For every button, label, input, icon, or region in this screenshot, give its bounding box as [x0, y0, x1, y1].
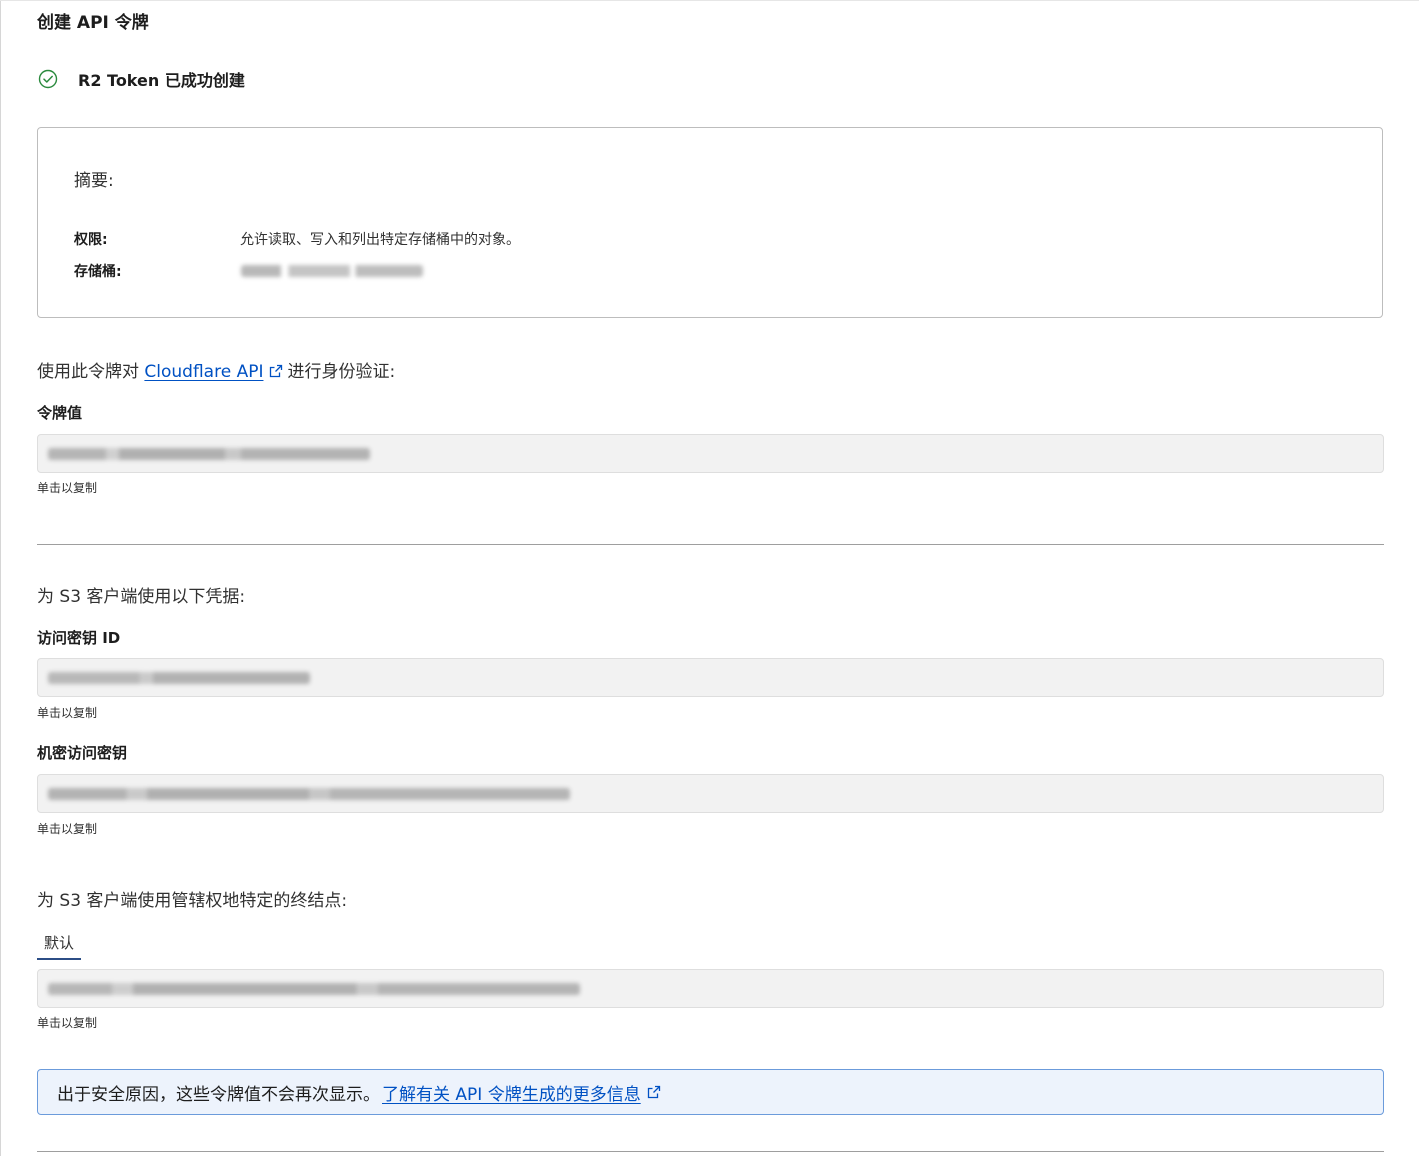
success-message: R2 Token 已成功创建 — [78, 71, 245, 90]
access-key-id-field[interactable] — [37, 658, 1384, 697]
access-key-copy-hint: 单击以复制 — [37, 706, 98, 720]
security-notice: 出于安全原因，这些令牌值不会再次显示。 了解有关 API 令牌生成的更多信息 — [37, 1069, 1384, 1115]
token-copy-hint: 单击以复制 — [37, 481, 98, 495]
learn-more-link[interactable]: 了解有关 API 令牌生成的更多信息 — [382, 1080, 641, 1105]
page-title: 创建 API 令牌 — [37, 13, 149, 33]
frame-left-border — [0, 0, 1, 1156]
api-auth-suffix: 进行身份验证: — [287, 362, 396, 382]
summary-box: 摘要: 权限: 允许读取、写入和列出特定存储桶中的对象。 存储桶: — [37, 127, 1383, 318]
endpoint-redacted — [48, 983, 580, 995]
frame-top-border — [0, 0, 1419, 1]
permissions-label: 权限: — [74, 232, 108, 248]
summary-heading: 摘要: — [74, 171, 114, 191]
endpoint-heading: 为 S3 客户端使用管辖权地特定的终结点: — [37, 891, 348, 911]
api-auth-prefix: 使用此令牌对 — [37, 362, 139, 382]
bucket-value-redacted — [241, 265, 423, 277]
section-divider — [37, 544, 1384, 545]
external-link-icon[interactable] — [647, 1085, 661, 1099]
notice-text: 出于安全原因，这些令牌值不会再次显示。 — [57, 1084, 380, 1105]
access-key-id-label: 访问密钥 ID — [37, 629, 121, 647]
success-banner: R2 Token 已成功创建 — [38, 67, 245, 91]
bucket-label: 存储桶: — [74, 264, 122, 280]
secret-key-copy-hint: 单击以复制 — [37, 822, 98, 836]
secret-access-key-label: 机密访问密钥 — [37, 744, 128, 762]
endpoint-field[interactable] — [37, 969, 1384, 1008]
token-value-redacted — [48, 448, 370, 460]
cloudflare-api-link[interactable]: Cloudflare API — [144, 362, 263, 382]
s3-credentials-heading: 为 S3 客户端使用以下凭据: — [37, 587, 246, 607]
access-key-id-redacted — [48, 672, 310, 684]
tab-default[interactable]: 默认 — [37, 932, 81, 960]
token-value-field[interactable] — [37, 434, 1384, 473]
permissions-value: 允许读取、写入和列出特定存储桶中的对象。 — [240, 232, 520, 248]
endpoint-copy-hint: 单击以复制 — [37, 1016, 98, 1030]
bottom-divider — [37, 1151, 1384, 1152]
secret-access-key-redacted — [48, 788, 570, 800]
token-value-label: 令牌值 — [37, 404, 83, 422]
api-auth-text: 使用此令牌对 Cloudflare API 进行身份验证: — [37, 357, 395, 382]
check-circle-icon — [38, 69, 58, 89]
external-link-icon[interactable] — [269, 364, 283, 378]
secret-access-key-field[interactable] — [37, 774, 1384, 813]
